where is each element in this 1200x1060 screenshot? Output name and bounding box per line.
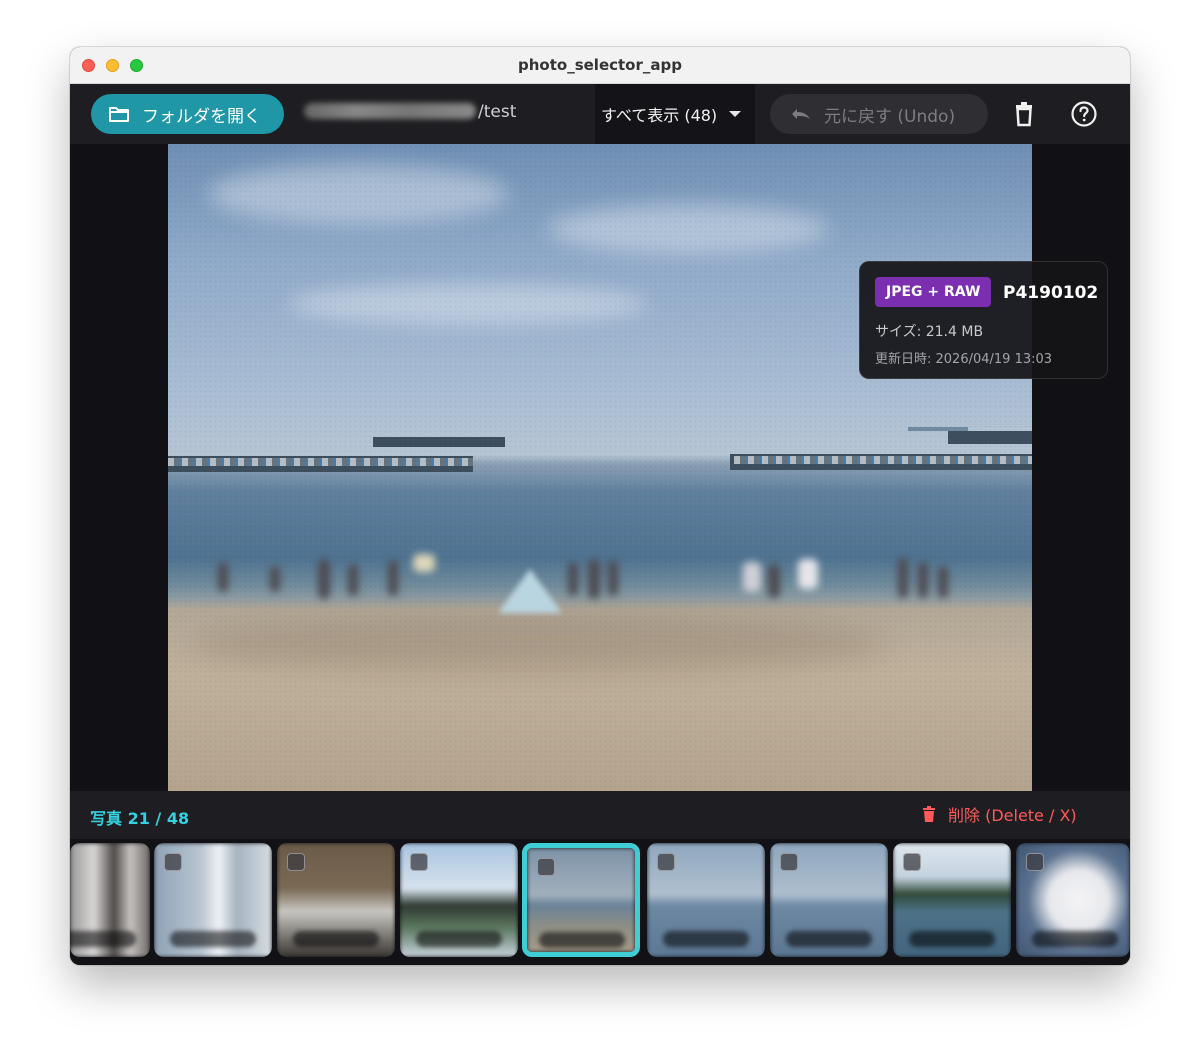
help-button[interactable] — [1070, 100, 1098, 128]
filmstrip-thumbnail[interactable] — [770, 843, 888, 957]
filmstrip-thumbnail[interactable] — [277, 843, 395, 957]
folder-path-tail: /test — [478, 102, 517, 122]
toolbar: フォルダを開く /test すべて表示 (48) 元に戻す (Undo) — [70, 84, 1130, 144]
undo-button[interactable]: 元に戻す (Undo) — [770, 94, 988, 134]
filmstrip-thumbnail-selected[interactable] — [522, 843, 640, 957]
delete-label: 削除 (Delete / X) — [948, 806, 1077, 825]
trash-button[interactable] — [1010, 100, 1038, 128]
file-size: サイズ: 21.4 MB — [875, 324, 984, 340]
file-modified-date: 更新日時: 2026/04/19 13:03 — [875, 352, 1053, 367]
photo-viewer[interactable]: JPEG + RAW P4190102 サイズ: 21.4 MB 更新日時: 2… — [70, 144, 1130, 791]
window-title: photo_selector_app — [518, 56, 682, 74]
chevron-down-icon — [729, 111, 742, 117]
filmstrip — [70, 839, 1130, 965]
filmstrip-thumbnail[interactable] — [647, 843, 765, 957]
filter-selected-value: すべて表示 (48) — [601, 106, 718, 125]
raw-indicator-icon — [1026, 853, 1044, 871]
raw-indicator-icon — [537, 858, 555, 876]
delete-button[interactable]: 削除 (Delete / X) — [922, 802, 1077, 826]
filter-dropdown[interactable]: すべて表示 (48) — [595, 84, 755, 144]
photo-counter: 写真 21 / 48 — [90, 809, 190, 828]
trash-icon — [923, 806, 935, 822]
open-folder-button[interactable]: フォルダを開く — [91, 94, 284, 134]
open-folder-label: フォルダを開く — [142, 106, 261, 127]
title-bar: photo_selector_app — [70, 47, 1130, 84]
filmstrip-thumbnail[interactable] — [400, 843, 518, 957]
undo-label: 元に戻す (Undo) — [824, 106, 956, 127]
photo-info-card: JPEG + RAW P4190102 サイズ: 21.4 MB 更新日時: 2… — [859, 261, 1108, 379]
file-name: P4190102 — [1003, 283, 1099, 303]
filmstrip-thumbnail[interactable] — [70, 843, 150, 957]
redacted-path-segment — [304, 103, 476, 119]
undo-icon — [792, 109, 810, 119]
app-window: photo_selector_app フォルダを開く /test すべて表示 (… — [70, 47, 1130, 965]
folder-icon — [109, 107, 129, 122]
raw-indicator-icon — [410, 853, 428, 871]
help-icon — [1071, 101, 1097, 127]
raw-indicator-icon — [903, 853, 921, 871]
raw-indicator-icon — [780, 853, 798, 871]
folder-path: /test — [304, 102, 516, 122]
main-photo — [168, 144, 1032, 791]
filmstrip-thumbnail[interactable] — [1016, 843, 1130, 957]
trash-icon — [1016, 102, 1032, 127]
filmstrip-thumbnail[interactable] — [893, 843, 1011, 957]
status-bar: 写真 21 / 48 削除 (Delete / X) — [70, 791, 1130, 839]
raw-indicator-icon — [657, 853, 675, 871]
raw-indicator-icon — [164, 853, 182, 871]
raw-indicator-icon — [287, 853, 305, 871]
file-type-badge: JPEG + RAW — [875, 277, 992, 307]
filmstrip-thumbnail[interactable] — [154, 843, 272, 957]
